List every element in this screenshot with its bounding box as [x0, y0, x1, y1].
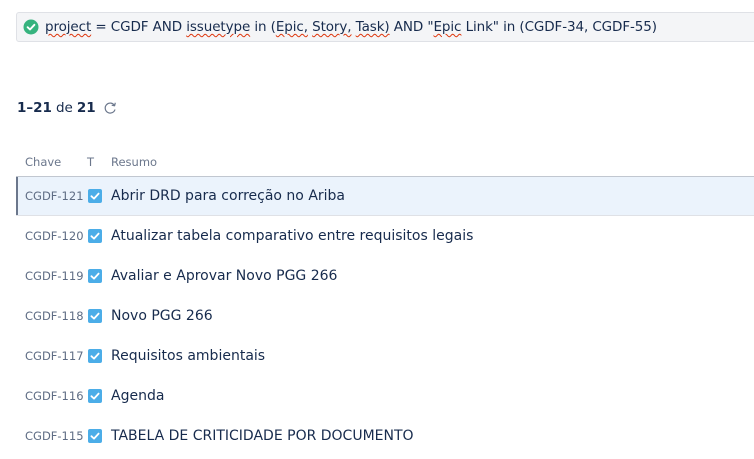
issue-summary[interactable]: TABELA DE CRITICIDADE POR DOCUMENTO [111, 428, 414, 444]
refresh-icon[interactable] [103, 101, 117, 115]
task-checkbox-icon [88, 189, 102, 203]
issue-key[interactable]: CGDF-116 [25, 389, 84, 403]
check-circle-icon [23, 19, 39, 35]
issue-summary[interactable]: Avaliar e Aprovar Novo PGG 266 [111, 268, 337, 284]
task-checkbox-icon [88, 389, 102, 403]
issue-row[interactable]: CGDF-120 Atualizar tabela comparativo ent… [16, 216, 754, 256]
results-range: 1–21 [17, 100, 52, 116]
results-total: 21 [76, 100, 96, 116]
issue-key[interactable]: CGDF-120 [25, 229, 84, 243]
issue-key[interactable]: CGDF-118 [25, 309, 84, 323]
column-header-summary[interactable]: Resumo [111, 155, 157, 169]
jql-token-flagged: Epic [433, 19, 462, 35]
issue-key[interactable]: CGDF-121 [25, 189, 84, 203]
results-of-label: de [55, 100, 73, 116]
issue-summary[interactable]: Agenda [111, 388, 164, 404]
issue-summary[interactable]: Requisitos ambientais [111, 348, 265, 364]
issue-summary[interactable]: Novo PGG 266 [111, 308, 213, 324]
task-checkbox-icon [88, 269, 102, 283]
task-checkbox-icon [88, 429, 102, 443]
issue-key[interactable]: CGDF-119 [25, 269, 84, 283]
issue-row[interactable]: CGDF-118 Novo PGG 266 [16, 296, 754, 336]
issue-summary[interactable]: Abrir DRD para correção no Ariba [111, 188, 345, 204]
issue-row[interactable]: CGDF-121 Abrir DRD para correção no Ariba [16, 176, 754, 216]
results-count: 1–21 de 21 [17, 100, 117, 116]
jql-token-flagged: issuetype [186, 19, 251, 35]
jql-token: in ( [250, 19, 276, 35]
issue-row[interactable]: CGDF-116 Agenda [16, 376, 754, 416]
column-header-type[interactable]: T [87, 155, 94, 169]
issue-list: CGDF-121 Abrir DRD para correção no Ariba… [16, 176, 754, 456]
jql-token: Link" in (CGDF-34, CGDF-55) [461, 19, 657, 35]
jql-token: AND " [389, 19, 434, 35]
task-checkbox-icon [88, 309, 102, 323]
issue-row[interactable]: CGDF-115 TABELA DE CRITICIDADE POR DOCUME… [16, 416, 754, 456]
issue-summary[interactable]: Atualizar tabela comparativo entre requi… [111, 228, 473, 244]
jql-token-flagged: project [45, 19, 92, 35]
issue-key[interactable]: CGDF-115 [25, 429, 84, 443]
jql-token-flagged: Story, [312, 19, 352, 35]
jql-token-flagged: Epic, [275, 19, 308, 35]
task-checkbox-icon [88, 229, 102, 243]
task-checkbox-icon [88, 349, 102, 363]
issue-key[interactable]: CGDF-117 [25, 349, 84, 363]
issue-row[interactable]: CGDF-119 Avaliar e Aprovar Novo PGG 266 [16, 256, 754, 296]
jql-token: = CGDF AND [91, 19, 187, 35]
issue-row[interactable]: CGDF-117 Requisitos ambientais [16, 336, 754, 376]
jql-query-text[interactable]: project = CGDF AND issuetype in (Epic, S… [45, 19, 657, 35]
jql-query-bar[interactable]: project = CGDF AND issuetype in (Epic, S… [16, 12, 754, 42]
jql-token-flagged: Task) [355, 19, 390, 35]
column-header-key[interactable]: Chave [25, 155, 61, 169]
